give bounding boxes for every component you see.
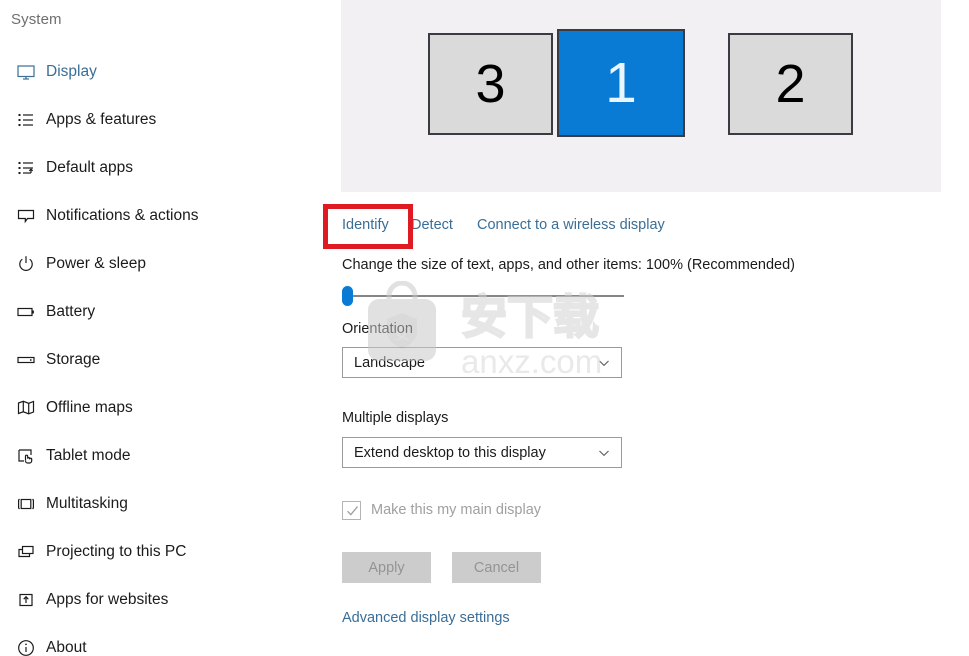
sidebar-item-storage[interactable]: Storage (0, 336, 341, 384)
main-content: 3 1 2 Identify Detect Connect to a wirel… (323, 0, 969, 656)
multiple-displays-dropdown[interactable]: Extend desktop to this display (342, 437, 622, 468)
sidebar-item-display[interactable]: Display (0, 48, 341, 96)
display-settings-window: System Display Apps & features Default a… (0, 0, 969, 656)
monitor-icon (13, 59, 39, 85)
sidebar-item-apps-for-websites[interactable]: Apps for websites (0, 576, 341, 624)
sidebar-item-label: Offline maps (46, 399, 133, 416)
connect-wireless-display-link[interactable]: Connect to a wireless display (477, 217, 665, 233)
map-icon (13, 395, 39, 421)
storage-drive-icon (13, 347, 39, 373)
monitor-number: 2 (775, 54, 806, 114)
monitor-number: 3 (475, 54, 506, 114)
sidebar-item-about[interactable]: About (0, 624, 341, 656)
sidebar-item-label: Apps for websites (46, 591, 169, 608)
sidebar-item-label: About (46, 639, 87, 656)
info-icon (13, 635, 39, 656)
scale-slider-thumb[interactable] (342, 286, 353, 306)
projecting-icon (13, 539, 39, 565)
scale-label: Change the size of text, apps, and other… (342, 257, 795, 273)
sidebar-item-notifications-actions[interactable]: Notifications & actions (0, 192, 341, 240)
chevron-down-icon (597, 356, 611, 370)
check-icon (346, 505, 359, 523)
scale-slider-track (348, 295, 624, 297)
sidebar-item-label: Display (46, 63, 97, 80)
sidebar-item-label: Power & sleep (46, 255, 146, 272)
multiple-displays-value: Extend desktop to this display (354, 444, 546, 461)
sidebar-item-label: Default apps (46, 159, 134, 176)
battery-icon (13, 299, 39, 325)
chevron-down-icon (597, 446, 611, 460)
apply-button[interactable]: Apply (342, 552, 431, 583)
multitasking-icon (13, 491, 39, 517)
sidebar-item-label: Projecting to this PC (46, 543, 187, 560)
sidebar-item-power-sleep[interactable]: Power & sleep (0, 240, 341, 288)
notification-balloon-icon (13, 203, 39, 229)
sidebar: System Display Apps & features Default a… (0, 0, 341, 656)
sidebar-item-multitasking[interactable]: Multitasking (0, 480, 341, 528)
identify-link[interactable]: Identify (342, 217, 389, 233)
sidebar-item-default-apps[interactable]: Default apps (0, 144, 341, 192)
monitor-number: 1 (605, 51, 637, 115)
sidebar-item-projecting[interactable]: Projecting to this PC (0, 528, 341, 576)
list-icon (13, 107, 39, 133)
sidebar-item-label: Battery (46, 303, 96, 320)
sidebar-item-label: Tablet mode (46, 447, 131, 464)
list-arrow-icon (13, 155, 39, 181)
cancel-button[interactable]: Cancel (452, 552, 541, 583)
orientation-label: Orientation (342, 321, 413, 337)
display-arrangement-preview: 3 1 2 (341, 0, 941, 192)
apps-for-websites-icon (13, 587, 39, 613)
sidebar-item-label: Storage (46, 351, 101, 368)
main-display-checkbox-label: Make this my main display (371, 502, 542, 518)
sidebar-title: System (11, 11, 62, 28)
sidebar-item-apps-features[interactable]: Apps & features (0, 96, 341, 144)
sidebar-item-label: Notifications & actions (46, 207, 199, 224)
tablet-hand-icon (13, 443, 39, 469)
orientation-dropdown[interactable]: Landscape (342, 347, 622, 378)
sidebar-item-battery[interactable]: Battery (0, 288, 341, 336)
sidebar-item-tablet-mode[interactable]: Tablet mode (0, 432, 341, 480)
scale-slider[interactable] (342, 286, 624, 306)
multiple-displays-label: Multiple displays (342, 410, 449, 426)
sidebar-item-label: Apps & features (46, 111, 157, 128)
power-icon (13, 251, 39, 277)
sidebar-item-offline-maps[interactable]: Offline maps (0, 384, 341, 432)
sidebar-item-label: Multitasking (46, 495, 128, 512)
monitor-tile-2[interactable]: 2 (728, 33, 853, 135)
orientation-value: Landscape (354, 354, 425, 371)
detect-link[interactable]: Detect (411, 217, 453, 233)
monitor-tile-3[interactable]: 3 (428, 33, 553, 135)
advanced-display-settings-link[interactable]: Advanced display settings (342, 610, 510, 626)
monitor-tile-1[interactable]: 1 (557, 29, 685, 137)
main-display-checkbox[interactable] (342, 501, 361, 520)
